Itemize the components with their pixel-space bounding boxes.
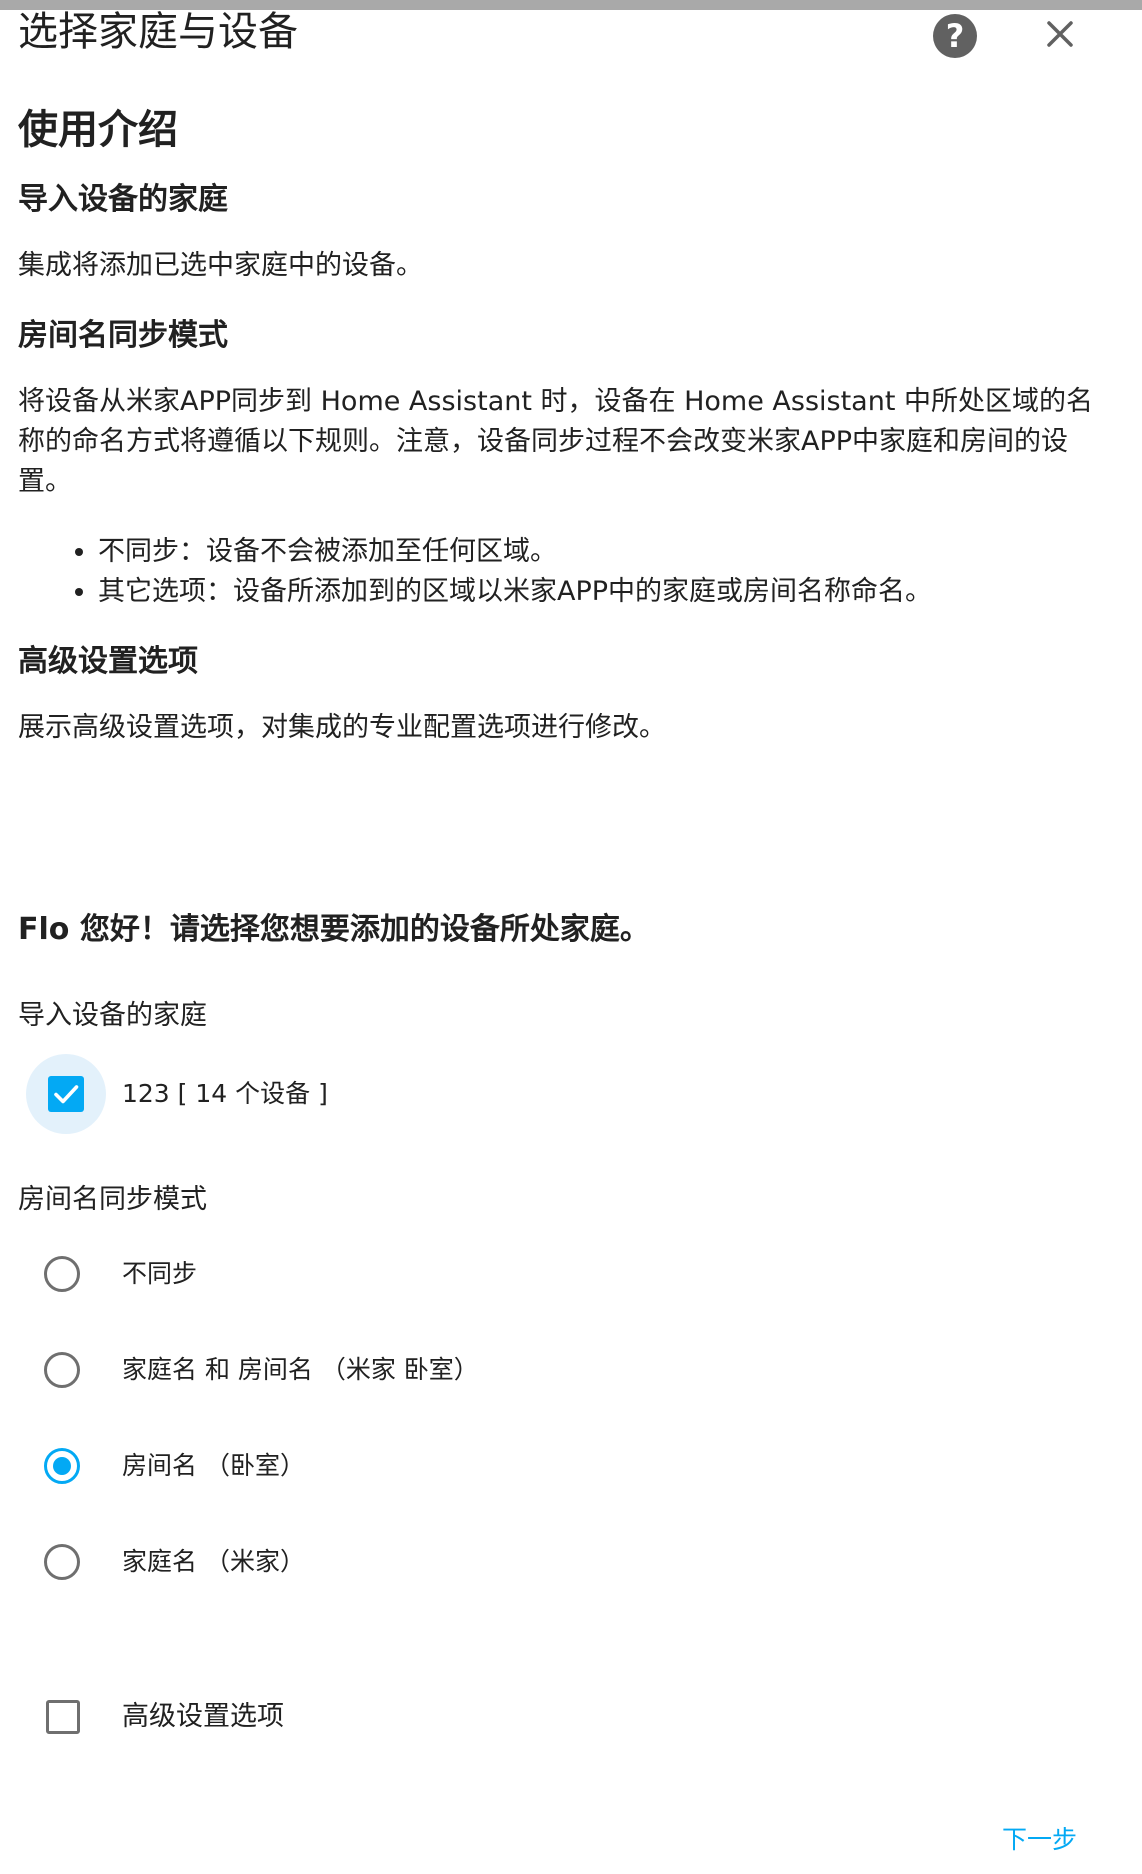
- sync-field-label: 房间名同步模式: [18, 1184, 207, 1215]
- advanced-section-text: 展示高级设置选项，对集成的专业配置选项进行修改。: [18, 712, 666, 743]
- sync-section-heading: 房间名同步模式: [18, 318, 228, 353]
- home-checkbox[interactable]: [48, 1076, 84, 1112]
- home-field-label: 导入设备的家庭: [18, 1000, 207, 1031]
- radio-label: 家庭名 （米家）: [122, 1547, 305, 1576]
- greeting-text: Flo 您好！请选择您想要添加的设备所处家庭。: [18, 912, 650, 947]
- radio-label: 家庭名 和 房间名 （米家 卧室）: [122, 1355, 479, 1384]
- radio-button[interactable]: [44, 1352, 80, 1388]
- home-option-label: 123 [ 14 个设备 ]: [122, 1079, 328, 1108]
- radio-button-selected[interactable]: [44, 1448, 80, 1484]
- usage-heading: 使用介绍: [18, 107, 178, 153]
- advanced-section-heading: 高级设置选项: [18, 644, 198, 679]
- config-dialog: 选择家庭与设备 ? 使用介绍 导入设备的家庭 集成将添加已选中家庭中的设备。 房…: [0, 10, 1142, 1874]
- close-icon[interactable]: [1040, 14, 1080, 54]
- sync-rules-list: 不同步：设备不会被添加至任何区域。 其它选项：设备所添加到的区域以米家APP中的…: [18, 532, 1098, 612]
- home-section-heading: 导入设备的家庭: [18, 182, 228, 217]
- list-item: 不同步：设备不会被添加至任何区域。: [98, 532, 1098, 572]
- list-item: 其它选项：设备所添加到的区域以米家APP中的家庭或房间名称命名。: [98, 572, 1098, 612]
- radio-label: 房间名 （卧室）: [122, 1451, 305, 1480]
- next-button[interactable]: 下一步: [1002, 1822, 1077, 1858]
- radio-label: 不同步: [122, 1259, 198, 1288]
- radio-button[interactable]: [44, 1544, 80, 1580]
- usage-description: 使用介绍 导入设备的家庭 集成将添加已选中家庭中的设备。 房间名同步模式 将设备…: [18, 106, 1098, 778]
- advanced-settings-label: 高级设置选项: [122, 1701, 284, 1732]
- sync-section-text: 将设备从米家APP同步到 Home Assistant 时，设备在 Home A…: [18, 386, 1094, 497]
- home-section-text: 集成将添加已选中家庭中的设备。: [18, 250, 423, 281]
- radio-dot: [53, 1457, 71, 1475]
- advanced-settings-checkbox[interactable]: [46, 1700, 80, 1734]
- radio-button[interactable]: [44, 1256, 80, 1292]
- help-icon[interactable]: ?: [933, 14, 977, 58]
- dialog-title: 选择家庭与设备: [18, 9, 298, 55]
